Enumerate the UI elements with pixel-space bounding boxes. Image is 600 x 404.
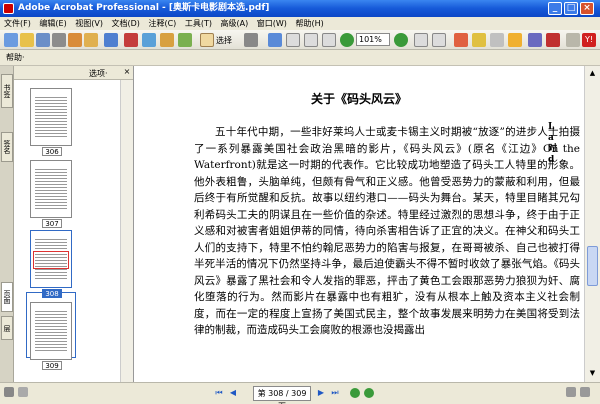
window-title: Adobe Acrobat Professional - [奥斯卡电影剧本选.p… <box>18 3 270 13</box>
hand-tool-icon[interactable] <box>200 33 214 47</box>
panel-scrollbar[interactable] <box>120 80 133 382</box>
navigation-tab-strip: 书签 签名 页面 层 <box>0 66 14 382</box>
page-number-label: 309 <box>42 361 62 370</box>
view-area-box[interactable] <box>33 251 69 269</box>
margin-annotation: L a 时 d <box>548 122 558 165</box>
menu-advanced[interactable]: 高级(A) <box>221 17 249 30</box>
page-number-label: 306 <box>42 147 62 156</box>
body-paragraph: 五十年代中期，一些非好莱坞人士或麦卡锡主义时期被“放逐”的进步人士拍摄了一系列暴… <box>194 126 580 336</box>
menu-help[interactable]: 帮助(H) <box>295 17 323 30</box>
page-thumbnail[interactable] <box>30 160 72 218</box>
fit-page-icon[interactable] <box>304 33 318 47</box>
menu-document[interactable]: 文档(D) <box>112 17 140 30</box>
menu-view[interactable]: 视图(V) <box>75 17 103 30</box>
zoom-out-icon[interactable] <box>340 33 354 47</box>
actual-size-icon[interactable] <box>286 33 300 47</box>
pages-panel-header: 选项· × <box>14 66 133 80</box>
minimize-button[interactable]: _ <box>548 2 562 15</box>
menu-edit[interactable]: 编辑(E) <box>39 17 66 30</box>
save-icon[interactable] <box>36 33 50 47</box>
fit-width-icon[interactable] <box>322 33 336 47</box>
stamp-icon[interactable] <box>490 33 504 47</box>
rotate-icon[interactable] <box>414 33 428 47</box>
zoom-select[interactable]: 101% <box>356 33 390 46</box>
maximize-button[interactable]: □ <box>564 2 578 15</box>
page-layout-icon[interactable] <box>432 33 446 47</box>
lock-icon[interactable] <box>508 33 522 47</box>
menu-file[interactable]: 文件(F) <box>4 17 31 30</box>
open-folder-icon[interactable] <box>20 33 34 47</box>
document-heading: 关于《码头风云》 <box>310 92 407 106</box>
scroll-down-arrow-icon[interactable]: ▼ <box>587 368 598 379</box>
zoom-in-icon[interactable] <box>268 33 282 47</box>
pen-icon[interactable] <box>528 33 542 47</box>
zoom-in-button-icon[interactable] <box>394 33 408 47</box>
scroll-thumb[interactable] <box>587 246 598 286</box>
sign-icon[interactable] <box>160 33 174 47</box>
main-toolbar: 选择 101% Y! <box>0 30 600 50</box>
next-page-icon[interactable]: ▶ <box>316 388 326 398</box>
thumbnail-text-lines <box>35 95 67 137</box>
secondary-toolbar: 帮助· <box>0 50 600 66</box>
previous-page-icon[interactable]: ◀ <box>228 388 238 398</box>
go-forward-icon[interactable] <box>364 388 374 398</box>
yahoo-search-icon[interactable]: Y! <box>582 33 596 47</box>
last-page-icon[interactable]: ⏭ <box>330 388 340 398</box>
tab-layers[interactable]: 层 <box>1 316 13 340</box>
menu-bar: 文件(F) 编辑(E) 视图(V) 文档(D) 注释(C) 工具(T) 高级(A… <box>0 17 600 30</box>
search-icon[interactable] <box>84 33 98 47</box>
email-icon[interactable] <box>68 33 82 47</box>
thumbnail-text-lines <box>35 309 67 351</box>
page-number-label: 307 <box>42 219 62 228</box>
select-tool-label[interactable]: 选择 <box>216 35 232 46</box>
options-menu[interactable]: 选项· <box>89 68 108 79</box>
document-body: 五十年代中期，一些非好莱坞人士或麦卡锡主义时期被“放逐”的进步人士拍摄了一系列暴… <box>194 124 580 339</box>
menu-window[interactable]: 窗口(W) <box>257 17 287 30</box>
attach-icon[interactable] <box>104 33 118 47</box>
menu-tools[interactable]: 工具(T) <box>185 17 212 30</box>
page-size-icon[interactable] <box>4 387 14 397</box>
tab-pages[interactable]: 页面 <box>1 282 13 312</box>
acrobat-app-icon <box>3 3 14 14</box>
close-button[interactable]: × <box>580 2 594 15</box>
page-number-label-selected: 308 <box>42 289 62 298</box>
snapshot-icon[interactable] <box>244 33 258 47</box>
review-icon[interactable] <box>178 33 192 47</box>
create-pdf-web-icon[interactable] <box>124 33 138 47</box>
page-thumbnail[interactable] <box>30 302 72 360</box>
page-number-field[interactable]: 第 308 / 309 页 <box>253 386 311 404</box>
continuous-page-icon[interactable] <box>580 387 590 397</box>
tab-signatures[interactable]: 签名 <box>1 132 13 162</box>
menu-comments[interactable]: 注释(C) <box>148 17 176 30</box>
highlight-icon[interactable] <box>454 33 468 47</box>
secure-icon[interactable] <box>142 33 156 47</box>
pages-panel: 选项· × 306 307 308 309 <box>14 66 134 382</box>
create-pdf-icon[interactable] <box>4 33 18 47</box>
single-page-icon[interactable] <box>566 387 576 397</box>
status-bar: ⏮ ◀ 第 308 / 309 页 ▶ ⏭ <box>0 382 600 404</box>
shape-icon[interactable] <box>546 33 560 47</box>
first-page-icon[interactable]: ⏮ <box>214 388 224 398</box>
tab-bookmarks[interactable]: 书签 <box>1 74 13 108</box>
options-icon[interactable] <box>18 387 28 397</box>
separator-icon <box>566 33 580 47</box>
document-scrollbar[interactable]: ▲ ▼ <box>584 66 600 382</box>
help-button[interactable]: 帮助· <box>6 52 25 64</box>
panel-close-icon[interactable]: × <box>122 67 132 77</box>
print-icon[interactable] <box>52 33 66 47</box>
go-back-icon[interactable] <box>350 388 360 398</box>
window-title-bar: Adobe Acrobat Professional - [奥斯卡电影剧本选.p… <box>0 0 600 17</box>
document-view[interactable]: 关于《码头风云》 五十年代中期，一些非好莱坞人士或麦卡锡主义时期被“放逐”的进步… <box>134 66 584 382</box>
thumbnail-text-lines <box>35 167 67 209</box>
note-icon[interactable] <box>472 33 486 47</box>
page-thumbnail-selected[interactable] <box>30 230 72 288</box>
scroll-up-arrow-icon[interactable]: ▲ <box>587 68 598 79</box>
page-thumbnail[interactable] <box>30 88 72 146</box>
